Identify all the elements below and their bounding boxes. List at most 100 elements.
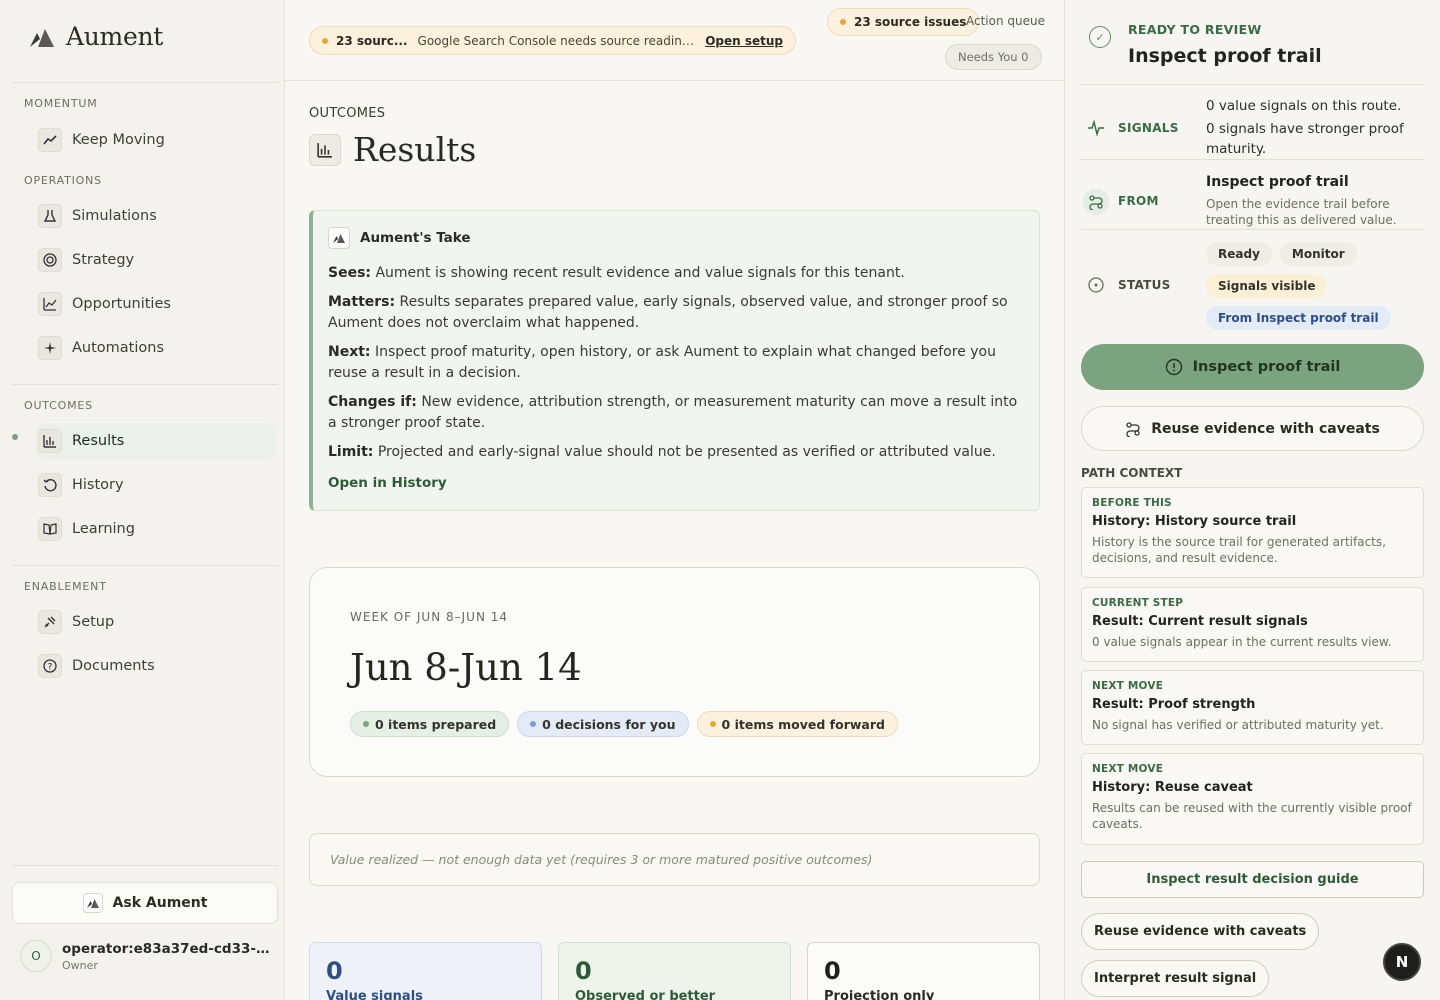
warning-dot-icon: [840, 19, 846, 25]
chart-up-icon: [38, 292, 62, 316]
nav-item-label: Strategy: [72, 252, 135, 268]
top-bar: 23 sourc... Google Search Console needs …: [285, 0, 1064, 81]
status-dot-icon: [709, 721, 716, 727]
nav-item-opportunities[interactable]: Opportunities: [36, 286, 276, 322]
reuse-evidence-button[interactable]: Reuse evidence with caveats: [1081, 406, 1424, 451]
main-content: 23 sourc... Google Search Console needs …: [285, 0, 1064, 1000]
divider: [12, 565, 278, 566]
status-chip-from: From Inspect proof trail: [1206, 306, 1391, 330]
app-logo[interactable]: Aument: [28, 22, 163, 51]
nav-item-automations[interactable]: Automations: [36, 330, 276, 366]
next-js-badge-button[interactable]: N: [1383, 943, 1421, 981]
aument-logo-icon: [82, 893, 103, 913]
needs-you-badge[interactable]: Needs You 0: [945, 44, 1042, 70]
nav-item-keep-moving[interactable]: Keep Moving: [36, 122, 276, 158]
ask-aument-button[interactable]: Ask Aument: [12, 882, 278, 924]
nav-item-label: Documents: [72, 658, 155, 674]
stat-value: 0: [326, 957, 343, 985]
interpret-signal-button[interactable]: Interpret result signal: [1081, 960, 1270, 997]
active-indicator: [12, 434, 18, 440]
nav-item-documents[interactable]: ? Documents: [36, 648, 276, 684]
review-title: Inspect proof trail: [1128, 45, 1322, 67]
section-heading-outcomes: OUTCOMES: [24, 399, 93, 412]
from-desc: Open the evidence trail before treating …: [1206, 197, 1397, 227]
status-chip-ready: Ready: [1206, 242, 1272, 266]
nav-item-label: Learning: [72, 521, 135, 537]
book-icon: [38, 517, 62, 541]
path-card-before[interactable]: BEFORE THIS History: History source trai…: [1081, 487, 1424, 578]
section-label: OUTCOMES: [309, 106, 386, 121]
user-role: Owner: [62, 958, 98, 972]
divider: [1081, 84, 1425, 85]
stat-observed[interactable]: 0 Observed or better: [558, 942, 791, 1000]
reuse-evidence-pill-button[interactable]: Reuse evidence with caveats: [1081, 913, 1320, 950]
status-dot-icon: [530, 721, 537, 727]
alert-message: Google Search Console needs source readi…: [417, 33, 698, 48]
source-issues-label: 23 source issues: [854, 15, 967, 29]
open-in-history-link[interactable]: Open in History: [328, 475, 1023, 491]
divider: [12, 384, 278, 385]
week-label: WEEK OF JUN 8–JUN 14: [350, 610, 509, 624]
route-icon: [1083, 189, 1109, 215]
flask-icon: [38, 204, 62, 228]
divider: [1081, 229, 1425, 230]
take-sees: Sees: Aument is showing recent result ev…: [328, 265, 905, 281]
aument-take-card: Aument's Take Sees: Aument is showing re…: [309, 210, 1040, 511]
inspect-proof-trail-button[interactable]: Inspect proof trail: [1081, 344, 1424, 390]
take-changes: Changes if: New evidence, attribution st…: [328, 394, 1018, 431]
stat-value-signals[interactable]: 0 Value signals: [309, 942, 542, 1000]
from-title: Inspect proof trail: [1206, 174, 1349, 190]
stat-label: Observed or better: [575, 989, 716, 1000]
stat-value: 0: [824, 957, 841, 985]
section-heading-operations: OPERATIONS: [24, 174, 102, 187]
pulse-icon: [1085, 117, 1107, 139]
ask-aument-label: Ask Aument: [112, 895, 208, 911]
sidebar: Aument MOMENTUM Keep Moving OPERATIONS S…: [0, 0, 285, 1000]
nav-item-learning[interactable]: Learning: [36, 511, 276, 547]
nav-item-simulations[interactable]: Simulations: [36, 198, 276, 234]
moved-forward-chip: 0 items moved forward: [696, 711, 898, 737]
section-heading-enablement: ENABLEMENT: [24, 580, 107, 593]
nav-item-label: History: [72, 477, 124, 493]
divider: [1081, 159, 1425, 160]
signals-text: 0 value signals on this route. 0 signals…: [1206, 98, 1404, 157]
nav-item-history[interactable]: History: [36, 467, 276, 503]
path-card-current[interactable]: CURRENT STEP Result: Current result sign…: [1081, 587, 1424, 662]
section-heading-momentum: MOMENTUM: [24, 97, 98, 110]
source-alert-banner[interactable]: 23 sourc... Google Search Console needs …: [309, 26, 796, 55]
stat-projection[interactable]: 0 Projection only: [807, 942, 1040, 1000]
question-icon: ?: [38, 654, 62, 678]
plug-icon: [38, 610, 62, 634]
alert-count: 23 sourc...: [336, 33, 408, 48]
take-limit: Limit: Projected and early-signal value …: [328, 444, 996, 460]
status-chip-monitor: Monitor: [1279, 242, 1357, 266]
user-name: operator:e83a37ed-cd33-41...: [62, 940, 272, 957]
decision-guide-button[interactable]: Inspect result decision guide: [1081, 861, 1424, 898]
bar-chart-icon: [309, 133, 341, 166]
aument-logo-icon: [328, 227, 350, 249]
nav-item-results[interactable]: Results: [36, 423, 276, 459]
open-setup-link[interactable]: Open setup: [705, 34, 783, 48]
reuse-evidence-label: Reuse evidence with caveats: [1151, 420, 1380, 437]
status-circle-icon: [1085, 274, 1107, 296]
review-state: READY TO REVIEW: [1128, 22, 1262, 37]
nav-item-label: Automations: [72, 340, 165, 356]
page-title-text: Results: [353, 130, 477, 169]
path-card-next-reuse[interactable]: NEXT MOVE History: Reuse caveat Results …: [1081, 753, 1424, 845]
nav-item-setup[interactable]: Setup: [36, 604, 276, 640]
action-queue-link[interactable]: Action queue: [966, 14, 1045, 28]
week-chips: 0 items prepared 0 decisions for you 0 i…: [350, 711, 898, 737]
source-issues-badge[interactable]: 23 source issues: [827, 8, 980, 36]
status-chips: Ready Monitor Signals visible From Inspe…: [1206, 242, 1426, 330]
app-name: Aument: [66, 22, 164, 51]
stat-value: 0: [575, 957, 592, 985]
route-icon: [1126, 421, 1140, 437]
nav-item-label: Results: [72, 433, 125, 449]
from-text: Inspect proof trail Open the evidence tr…: [1206, 172, 1421, 228]
nav-item-strategy[interactable]: Strategy: [36, 242, 276, 278]
aument-logo-icon: [30, 28, 54, 47]
stat-label: Projection only: [824, 989, 935, 1000]
user-profile[interactable]: O operator:e83a37ed-cd33-41... Owner: [20, 940, 272, 972]
stat-label: Value signals: [326, 989, 423, 1000]
path-card-next-proof[interactable]: NEXT MOVE Result: Proof strength No sign…: [1081, 670, 1424, 745]
